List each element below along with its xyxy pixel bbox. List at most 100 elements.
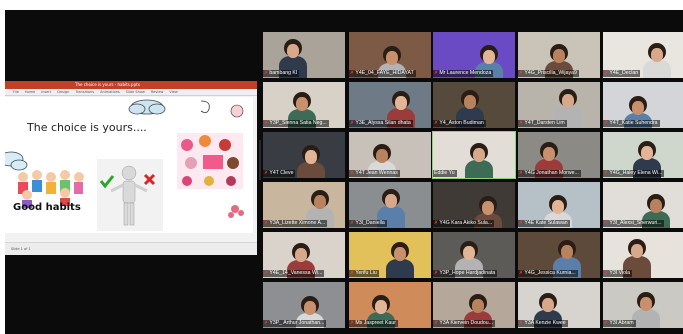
- participant-tile[interactable]: ✗Y4G_Jessica Kurnia...: [518, 232, 600, 278]
- participant-name: ✗Y3P_ Arthur Jonathan...: [263, 320, 327, 327]
- participant-face: [375, 300, 387, 314]
- participant-face: [463, 246, 475, 260]
- participant-face: [553, 49, 565, 63]
- participant-name-text: Y4G_Haley Elena Wi...: [609, 170, 663, 176]
- participant-face: [287, 44, 299, 58]
- participant-video: [297, 162, 325, 178]
- view-splitter[interactable]: [259, 140, 261, 180]
- participant-name-text: Y4G Kara Akiko Sula...: [439, 220, 493, 226]
- muted-mic-icon: ✗: [264, 270, 269, 276]
- participant-tile[interactable]: ✗Y3I_Daniella: [349, 182, 431, 228]
- participant-face: [395, 96, 407, 110]
- participant-name-text: Y3I Viola: [609, 270, 631, 276]
- participant-tile[interactable]: ✗Y4E_Declan: [603, 32, 683, 78]
- participant-name-text: Y4E_04_FAYE_HIDAYAT: [355, 70, 414, 76]
- participant-tile[interactable]: ✗Y4E_14_Vanessa Wi...: [263, 232, 345, 278]
- participant-tile[interactable]: ✗Y4G Kara Akiko Sula...: [433, 182, 515, 228]
- muted-mic-icon: ✗: [350, 270, 355, 276]
- ribbon-tab[interactable]: Insert: [41, 90, 51, 94]
- participant-face: [296, 97, 308, 111]
- participant-name: ✗Y4T Jean Wennas: [349, 170, 400, 177]
- muted-mic-icon: ✗: [604, 220, 609, 226]
- participant-face: [385, 194, 397, 208]
- good-habits-label: Good habits: [13, 202, 81, 213]
- participant-name: ✗Y4G_Jessica Kurnia...: [518, 270, 578, 277]
- cloud-icon: [128, 99, 166, 115]
- participant-tile[interactable]: Eddie Yu: [432, 131, 516, 179]
- muted-mic-icon: ✗: [604, 270, 609, 276]
- participant-name-text: Y4T_Darsten Lim: [524, 120, 565, 126]
- participant-tile[interactable]: ✗Yerifu Liu: [349, 232, 431, 278]
- participant-tile[interactable]: ✗Y3I Viola: [603, 232, 683, 278]
- participant-name-text: Y4E_Declan: [609, 70, 639, 76]
- muted-mic-icon: ✗: [350, 320, 355, 326]
- participant-tile[interactable]: ✗Mr Laurence Mendoza: [433, 32, 515, 78]
- ribbon-tab[interactable]: File: [13, 90, 19, 94]
- participant-face: [542, 298, 554, 312]
- participant-face: [295, 248, 307, 262]
- muted-mic-icon: ✗: [264, 70, 269, 76]
- flower-icon: [228, 205, 244, 218]
- participant-name-text: Y3A Kenzie Kwee: [524, 320, 566, 326]
- participant-name: ✗Y4E_14_Vanessa Wi...: [263, 270, 325, 277]
- participant-tile[interactable]: ✗Y4G Jonathan Morwe...: [518, 132, 600, 178]
- cloud-icon-left: [5, 151, 28, 171]
- participant-face: [376, 149, 388, 163]
- participant-face: [386, 51, 398, 65]
- participant-name-text: Yerifu Liu: [355, 270, 377, 276]
- participant-tile[interactable]: ✗Y3A Kenzie Kwee: [518, 282, 600, 328]
- slide: The choice is yours.... Good habits: [5, 97, 253, 233]
- participant-tile[interactable]: ✗Y4T Jean Wennas: [349, 132, 431, 178]
- participant-tile[interactable]: ✗Y3P_Sienna Satia Neg...: [263, 82, 345, 128]
- participant-tile[interactable]: ✗Y4E Kate Sulawan: [518, 182, 600, 228]
- participant-tile[interactable]: ✗bambang KI: [263, 32, 345, 78]
- participant-name-text: Y4E_14_Vanessa Wi...: [269, 270, 323, 276]
- participant-name: ✗Ms Jaspreet Kaur: [349, 320, 399, 327]
- participant-tile[interactable]: ✗Y3I Abram: [603, 282, 683, 328]
- participant-name: ✗Y3I_Alexsi_Sherwuri...: [603, 220, 664, 227]
- muted-mic-icon: ✗: [434, 320, 439, 326]
- muted-mic-icon: ✗: [434, 220, 439, 226]
- ribbon-tab[interactable]: Slide Show: [126, 90, 145, 94]
- participant-face: [650, 199, 662, 213]
- participant-name: ✗Y3I Viola: [603, 270, 633, 277]
- slide-title: The choice is yours....: [27, 121, 147, 134]
- participant-face: [543, 147, 555, 161]
- muted-mic-icon: ✗: [350, 220, 355, 226]
- participant-tile[interactable]: ✗Y4T Cleve: [263, 132, 345, 178]
- ribbon-tab[interactable]: Animations: [100, 90, 120, 94]
- zoom-window: The choice is yours - habits.pptx File Ho…: [5, 10, 683, 334]
- ribbon-tab[interactable]: Design: [57, 90, 69, 94]
- participant-name: ✗Y4G_Haley Elena Wi...: [603, 170, 665, 177]
- ribbon-tab[interactable]: View: [169, 90, 177, 94]
- participant-tile[interactable]: ✗Y3I_Alexsi_Sherwuri...: [603, 182, 683, 228]
- participant-name-text: Y4G_Jessica Kurnia...: [524, 270, 576, 276]
- participant-tile[interactable]: ✗Y4T_Darsten Lim: [518, 82, 600, 128]
- participant-name: ✗Y3E_Alyssa Silan dhata: [349, 120, 413, 127]
- participant-tile[interactable]: ✗Y3P_ Arthur Jonathan...: [263, 282, 345, 328]
- muted-mic-icon: ✗: [264, 320, 269, 326]
- participant-tile[interactable]: ✗Y4_Aston Budiman: [433, 82, 515, 128]
- muted-mic-icon: ✗: [264, 120, 269, 126]
- participant-tile[interactable]: ✗Y4G_Priscilla_Wijaya9: [518, 32, 600, 78]
- ribbon-tabs: File Home Insert Design Transitions Animation…: [5, 89, 257, 96]
- status-text: Slide 1 of 1: [11, 247, 31, 251]
- powerpoint-status-bar: Slide 1 of 1: [5, 242, 257, 255]
- ribbon-tab[interactable]: Transitions: [75, 90, 94, 94]
- participant-tile[interactable]: ✗Y3A Kiervein Doudou...: [433, 282, 515, 328]
- muted-mic-icon: ✗: [434, 70, 439, 76]
- ribbon-tab[interactable]: Review: [151, 90, 164, 94]
- participant-name: ✗Y4G Kara Akiko Sula...: [433, 220, 495, 227]
- shared-screen[interactable]: The choice is yours - habits.pptx File Ho…: [5, 81, 257, 255]
- participant-tile[interactable]: ✗Y3E_Alyssa Silan dhata: [349, 82, 431, 128]
- participant-tile[interactable]: ✗Y4T_Katie Suhendra: [603, 82, 683, 128]
- participant-name-text: Ms Jaspreet Kaur: [355, 320, 397, 326]
- participant-face: [552, 200, 564, 214]
- participant-tile[interactable]: ✗Y3P_Hope Hardjadinata: [433, 232, 515, 278]
- participant-tile[interactable]: ✗Y3A_Lizette Ximone A...: [263, 182, 345, 228]
- ribbon-tab[interactable]: Home: [25, 90, 35, 94]
- participant-tile[interactable]: ✗Y4G_Haley Elena Wi...: [603, 132, 683, 178]
- participant-tile[interactable]: ✗Ms Jaspreet Kaur: [349, 282, 431, 328]
- participant-tile[interactable]: ✗Y4E_04_FAYE_HIDAYAT: [349, 32, 431, 78]
- participant-name-text: Y4T_Katie Suhendra: [609, 120, 658, 126]
